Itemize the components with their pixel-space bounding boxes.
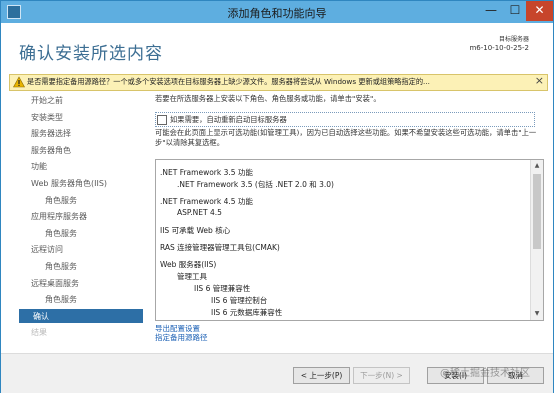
nav-item-label: 角色服务 [45, 195, 77, 205]
scroll-up-icon[interactable]: ▲ [531, 160, 543, 172]
nav-item-label: 应用程序服务器 [31, 212, 87, 222]
nav-item[interactable]: 服务器选择 [31, 126, 139, 140]
nav-item[interactable]: 服务器角色 [31, 143, 139, 157]
list-item: Web 服务器(IIS) [160, 260, 217, 269]
list-item: IIS 可承载 Web 核心 [160, 226, 231, 235]
nav-item[interactable]: 应用程序服务器 [31, 209, 139, 223]
minimize-button[interactable]: — [478, 1, 504, 21]
window-title: 添加角色和功能向导 [227, 7, 327, 20]
nav-item[interactable]: 远程访问 [31, 242, 139, 256]
nav-item-label: 开始之前 [31, 96, 63, 105]
nav-item[interactable]: 远程桌面服务 [31, 276, 139, 290]
list-item: .NET Framework 4.5 功能 [160, 197, 253, 206]
destination-server-value: m6-10-10-0-25-2 [469, 44, 529, 52]
list-item: 管理工具 [177, 272, 207, 281]
restart-checkbox-label[interactable]: 如果需要，自动重新启动目标服务器 [170, 115, 287, 125]
list-item: IIS 6 元数据库兼容性 [211, 308, 283, 317]
nav-item-label: 服务器角色 [31, 145, 71, 155]
nav-item-label: 远程桌面服务 [31, 278, 79, 288]
nav-item[interactable]: 结果 [31, 325, 139, 339]
warning-banner: 是否需要指定备用源路径？一个或多个安装选项在目标服务器上缺少源文件。服务器将尝试… [9, 74, 548, 91]
nav-item[interactable]: 功能 [31, 159, 139, 173]
scroll-thumb[interactable] [533, 174, 541, 249]
nav-item[interactable]: 角色服务 [31, 292, 139, 306]
next-button[interactable]: 下一步(N) > [353, 367, 410, 384]
nav-item[interactable]: 角色服务 [31, 259, 139, 273]
list-item: .NET Framework 3.5 (包括 .NET 2.0 和 3.0) [177, 180, 334, 189]
list-item: .NET Framework 3.5 功能 [160, 168, 253, 177]
close-button[interactable]: ✕ [526, 1, 553, 21]
nav-item[interactable]: 开始之前 [31, 93, 139, 107]
scroll-down-icon[interactable]: ▼ [531, 308, 543, 320]
list-item: RAS 连接管理器管理工具包(CMAK) [160, 243, 280, 252]
nav-item-label: 结果 [31, 328, 47, 338]
nav-item-label: 角色服务 [45, 295, 77, 305]
nav-item[interactable]: 确认 [19, 308, 143, 323]
nav-item-label: 确认 [33, 311, 49, 321]
restart-option[interactable]: 如果需要，自动重新启动目标服务器 [155, 112, 535, 127]
vertical-scrollbar[interactable]: ▲ ▼ [530, 160, 543, 320]
wizard-nav: 开始之前 安装类型 服务器选择 服务器角色 功能 Web 服务器角色(IIS) 角色服务 应用… [19, 93, 143, 345]
nav-item-label: Web 服务器角色(IIS) [31, 179, 108, 188]
alternate-source-link[interactable]: 指定备用源路径 [155, 333, 208, 342]
intro-text: 若要在所选服务器上安装以下角色、角色服务或功能，请单击"安装"。 [155, 94, 381, 103]
nav-item[interactable]: Web 服务器角色(IIS) [31, 176, 139, 190]
warning-close-icon[interactable]: × [535, 74, 544, 87]
nav-item-label: 角色服务 [45, 262, 77, 271]
nav-item-label: 功能 [31, 162, 47, 172]
previous-button[interactable]: < 上一步(P) [293, 367, 350, 384]
export-config-link[interactable]: 导出配置设置 [155, 324, 208, 333]
header: 确认安装所选内容 目标服务器 m6-10-10-0-25-2 [1, 23, 553, 73]
main-content: 若要在所选服务器上安装以下角色、角色服务或功能，请单击"安装"。 如果需要，自动… [155, 92, 550, 347]
nav-item-label: 服务器选择 [31, 129, 71, 139]
nav-item[interactable]: 角色服务 [31, 193, 139, 207]
nav-item-label: 角色服务 [45, 228, 77, 238]
nav-item-label: 安装类型 [31, 112, 63, 122]
warning-icon [13, 76, 25, 88]
list-item: IIS 6 管理兼容性 [194, 284, 251, 293]
title-bar[interactable]: 添加角色和功能向导 — ☐ ✕ [1, 1, 553, 23]
destination-server-label: 目标服务器 [498, 36, 529, 43]
restart-checkbox[interactable] [157, 115, 167, 125]
nav-item[interactable]: 安装类型 [31, 110, 139, 124]
warning-text: 是否需要指定备用源路径？一个或多个安装选项在目标服务器上缺少源文件。服务器将尝试… [27, 77, 430, 86]
page-title: 确认安装所选内容 [19, 44, 163, 64]
list-item: IIS 6 管理控制台 [211, 296, 268, 305]
nav-item-label: 远程访问 [31, 245, 63, 255]
list-item: ASP.NET 4.5 [177, 208, 222, 217]
optional-features-note: 可能会在此页面上显示可选功能(如管理工具)，因为已自动选择这些功能。如果不希望安… [155, 128, 537, 147]
wizard-window: 添加角色和功能向导 — ☐ ✕ 确认安装所选内容 目标服务器 m6-10-10-… [0, 0, 554, 393]
watermark: @稀土掘金技术社区 [440, 368, 530, 379]
selection-list[interactable]: ▲ ▼ .NET Framework 3.5 功能 .NET Framework … [155, 159, 544, 321]
nav-item[interactable]: 角色服务 [31, 226, 139, 240]
links-area: 导出配置设置 指定备用源路径 [155, 324, 208, 342]
maximize-button[interactable]: ☐ [502, 1, 528, 21]
